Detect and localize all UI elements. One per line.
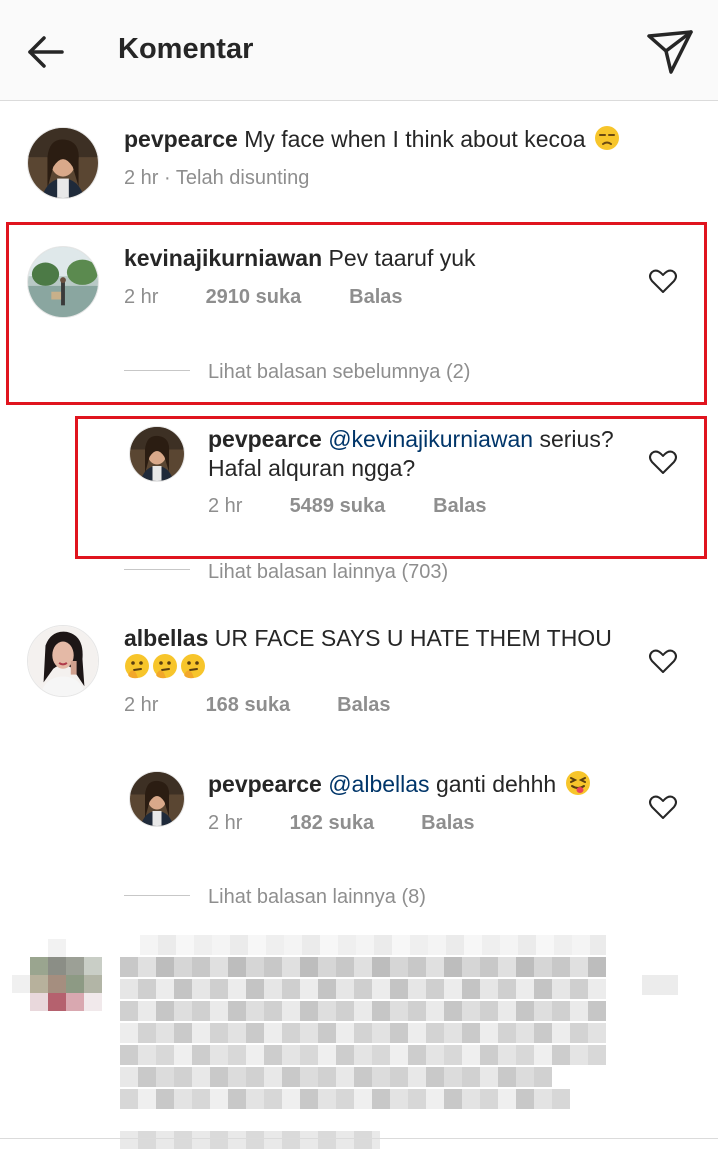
comment-meta: 2 hr 182 suka Balas — [208, 812, 475, 835]
avatar[interactable] — [129, 771, 185, 827]
divider — [124, 370, 190, 371]
reply-button[interactable]: Balas — [337, 694, 390, 717]
unamused-face-emoji — [594, 125, 620, 151]
comment-username[interactable]: kevinajikurniawan — [124, 245, 322, 271]
back-arrow-icon[interactable] — [26, 32, 66, 72]
avatar[interactable] — [27, 127, 99, 199]
avatar[interactable] — [129, 426, 185, 482]
divider — [124, 895, 190, 896]
like-count[interactable]: 5489 suka — [290, 495, 428, 518]
comment-body: UR FACE SAYS U HATE THEM THOU — [214, 625, 612, 651]
mention-link[interactable]: @kevinajikurniawan — [328, 426, 533, 452]
view-more-replies[interactable]: Lihat balasan lainnya (8) — [208, 886, 426, 909]
top-bar: Komentar — [0, 0, 718, 101]
avatar[interactable] — [27, 246, 99, 318]
comment-username[interactable]: pevpearce — [208, 426, 322, 452]
caption-username[interactable]: pevpearce — [124, 126, 238, 152]
censored-comment — [0, 935, 718, 1149]
thinking-face-emoji — [180, 653, 206, 679]
heart-icon[interactable] — [648, 266, 678, 296]
caption-text: pevpearce My face when I think about kec… — [124, 125, 684, 154]
comment-body: serius? — [539, 426, 614, 452]
comment-username[interactable]: pevpearce — [208, 771, 322, 797]
comment-text: albellas UR FACE SAYS U HATE THEM THOU — [124, 624, 624, 682]
caption-body: My face when I think about kecoa — [244, 126, 586, 152]
divider — [124, 569, 190, 570]
comment-body: Pev taaruf yuk — [328, 245, 476, 271]
like-count[interactable]: 2910 suka — [206, 286, 344, 309]
heart-icon[interactable] — [648, 447, 678, 477]
caption-edited: · Telah disunting — [164, 167, 310, 189]
heart-icon[interactable] — [648, 646, 678, 676]
heart-icon[interactable] — [648, 792, 678, 822]
direct-send-icon[interactable] — [645, 26, 695, 76]
squinting-tongue-face-emoji — [565, 770, 591, 796]
divider — [0, 1138, 718, 1139]
caption-meta: 2 hr · Telah disunting — [124, 167, 309, 190]
comment-meta: 2 hr 168 suka Balas — [124, 694, 391, 717]
caption-time: 2 hr — [124, 167, 159, 189]
comment-time: 2 hr — [208, 812, 243, 834]
page-title: Komentar — [118, 33, 254, 65]
view-more-replies[interactable]: Lihat balasan lainnya (703) — [208, 561, 448, 584]
comment-time: 2 hr — [124, 286, 159, 308]
reply-button[interactable]: Balas — [349, 286, 402, 309]
comment-text: pevpearce @kevinajikurniawan serius? Haf… — [208, 425, 628, 483]
mention-link[interactable]: @albellas — [328, 771, 429, 797]
reply-button[interactable]: Balas — [433, 495, 486, 518]
thinking-face-emoji — [124, 653, 150, 679]
comment-text: kevinajikurniawan Pev taaruf yuk — [124, 244, 624, 273]
comment-time: 2 hr — [208, 495, 243, 517]
comment-username[interactable]: albellas — [124, 625, 208, 651]
comment-text: pevpearce @albellas ganti dehhh — [208, 770, 628, 799]
like-count[interactable]: 168 suka — [206, 694, 332, 717]
thinking-face-emoji — [152, 653, 178, 679]
comment-meta: 2 hr 5489 suka Balas — [208, 495, 487, 518]
comment-meta: 2 hr 2910 suka Balas — [124, 286, 403, 309]
like-count[interactable]: 182 suka — [290, 812, 416, 835]
comment-time: 2 hr — [124, 694, 159, 716]
view-previous-replies[interactable]: Lihat balasan sebelumnya (2) — [208, 361, 470, 384]
reply-button[interactable]: Balas — [421, 812, 474, 835]
comment-body-line2: Hafal alquran ngga? — [208, 455, 416, 481]
comment-body: ganti dehhh — [435, 771, 557, 797]
avatar[interactable] — [27, 625, 99, 697]
